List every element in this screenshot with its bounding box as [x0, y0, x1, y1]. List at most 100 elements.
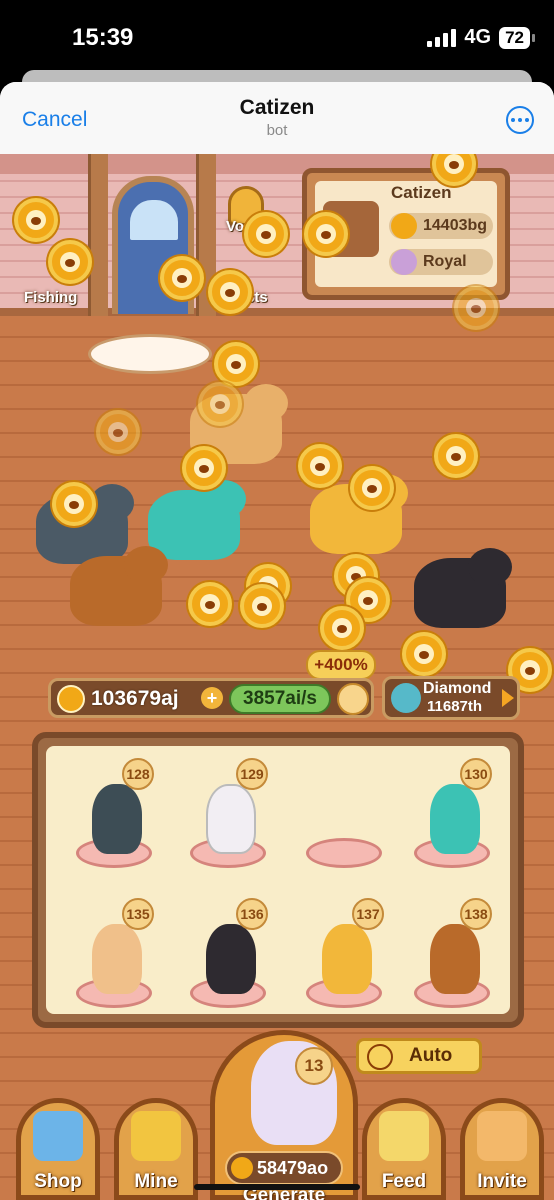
invite-cats-icon [477, 1111, 527, 1161]
nav-mine[interactable]: Mine [114, 1098, 198, 1200]
status-time: 15:39 [72, 24, 134, 51]
battery-icon: 72 [499, 26, 535, 49]
game-area: Fishing Vo sts Catizen 14403bg Royal +40… [0, 154, 554, 1200]
board-slot[interactable]: 135 [72, 892, 168, 1008]
royal-trophy-icon [391, 249, 417, 275]
paw-coin-icon [57, 685, 85, 713]
cat-level-badge: 129 [236, 758, 268, 790]
fishing-button[interactable]: Fishing [24, 289, 77, 306]
generate-cost: 58479ao [225, 1151, 343, 1185]
cat-sprite[interactable] [206, 924, 256, 994]
board-slot[interactable]: 137 [302, 892, 398, 1008]
cat-cushion [306, 838, 382, 868]
cat-sprite[interactable] [92, 924, 142, 994]
cat-level-badge: 128 [122, 758, 154, 790]
paw-coin-icon[interactable] [214, 342, 258, 386]
sheet-header: Cancel Catizen bot [0, 82, 554, 154]
network-type: 4G [464, 26, 492, 48]
bot-subtitle: bot [266, 122, 288, 139]
rank-position: 11687th [427, 698, 483, 715]
merge-board: 128 129 130 135 136 137 138 [32, 732, 524, 1028]
cat-sprite[interactable] [430, 924, 480, 994]
income-rate: 3857ai/s [229, 684, 331, 714]
nav-mine-label: Mine [134, 1171, 178, 1192]
shop-icon [33, 1111, 83, 1161]
board-slot[interactable]: 138 [410, 892, 506, 1008]
cat-sprite[interactable] [92, 784, 142, 854]
paw-coin-icon[interactable] [244, 212, 288, 256]
paw-coin-icon [231, 1157, 253, 1179]
board-slot[interactable]: 136 [186, 892, 282, 1008]
nav-invite-label: Invite [477, 1171, 527, 1192]
pickaxe-icon [131, 1111, 181, 1161]
generator-level-badge: 13 [295, 1047, 333, 1085]
paw-coin-icon[interactable] [52, 482, 96, 526]
cat-sprite[interactable] [322, 924, 372, 994]
status-indicators: 4G 72 [427, 26, 535, 49]
add-plus-icon[interactable]: + [201, 687, 223, 709]
cat-sprite[interactable] [70, 546, 168, 626]
chevron-right-icon [502, 689, 514, 707]
balance-value: 103679aj [91, 687, 179, 710]
status-bar: 15:39 4G 72 [0, 0, 554, 72]
rank-button[interactable]: Diamond 11687th [382, 676, 520, 720]
generate-button[interactable]: 13 58479ao Generate [210, 1030, 358, 1200]
nav-feed[interactable]: Feed [362, 1098, 446, 1200]
cat-level-badge: 135 [122, 898, 154, 930]
merge-board-grid: 128 129 130 135 136 137 138 [46, 746, 510, 1014]
vote-label: Vo [226, 218, 245, 235]
paw-coin-icon[interactable] [208, 270, 252, 314]
generate-cost-value: 58479ao [257, 1158, 329, 1178]
paw-coin-icon [391, 213, 417, 239]
board-slot[interactable]: 128 [72, 752, 168, 868]
paw-coin-icon[interactable] [240, 584, 284, 628]
rocket-boost-icon[interactable] [337, 683, 369, 715]
home-indicator[interactable] [194, 1184, 360, 1190]
paw-coin-icon[interactable] [434, 434, 478, 478]
paw-coin-icon[interactable] [350, 466, 394, 510]
boost-badge[interactable]: +400% [306, 650, 376, 680]
paw-coin-icon[interactable] [188, 582, 232, 626]
balance-bar: 103679aj + 3857ai/s [48, 678, 374, 718]
food-bowl-icon [379, 1111, 429, 1161]
floor-rug [88, 334, 212, 374]
paw-coin-icon[interactable] [160, 256, 204, 300]
board-slot-empty[interactable] [302, 752, 398, 868]
nav-shop-label: Shop [34, 1171, 82, 1192]
nav-invite[interactable]: Invite [460, 1098, 544, 1200]
bot-sheet: Cancel Catizen bot Fishing Vo sts Catize… [0, 82, 554, 1200]
door-window [130, 200, 178, 240]
more-options-icon[interactable] [506, 106, 534, 134]
cat-sprite[interactable] [148, 480, 246, 560]
paw-coin-icon[interactable] [304, 212, 348, 256]
cat-level-badge: 137 [352, 898, 384, 930]
nav-shop[interactable]: Shop [16, 1098, 100, 1200]
paw-coin-icon[interactable] [320, 606, 364, 650]
paw-coin-icon[interactable] [298, 444, 342, 488]
board-slot[interactable]: 130 [410, 752, 506, 868]
cat-sprite[interactable] [430, 784, 480, 854]
paw-coin-icon[interactable] [14, 198, 58, 242]
auto-icon [367, 1044, 393, 1070]
paw-coin-icon[interactable] [402, 632, 446, 676]
board-slot[interactable]: 129 [186, 752, 282, 868]
diamond-trophy-icon [391, 683, 421, 713]
cellular-signal-icon [427, 28, 457, 47]
paw-coin-icon[interactable] [48, 240, 92, 284]
cat-level-badge: 130 [460, 758, 492, 790]
auto-label: Auto [409, 1045, 453, 1066]
nav-feed-label: Feed [381, 1171, 427, 1192]
bot-title: Catizen [239, 96, 315, 119]
cat-level-badge: 136 [236, 898, 268, 930]
paw-coin-icon[interactable] [198, 382, 242, 426]
cat-sprite[interactable] [414, 548, 512, 628]
cat-level-badge: 138 [460, 898, 492, 930]
rank-tier: Diamond [423, 680, 492, 697]
paw-coin-icon[interactable] [96, 410, 140, 454]
auto-button[interactable]: Auto [356, 1038, 482, 1074]
wall-pillar [88, 154, 108, 316]
paw-coin-icon[interactable] [182, 446, 226, 490]
profile-name: Catizen [391, 183, 452, 202]
paw-coin-icon[interactable] [454, 286, 498, 330]
cat-sprite[interactable] [206, 784, 256, 854]
